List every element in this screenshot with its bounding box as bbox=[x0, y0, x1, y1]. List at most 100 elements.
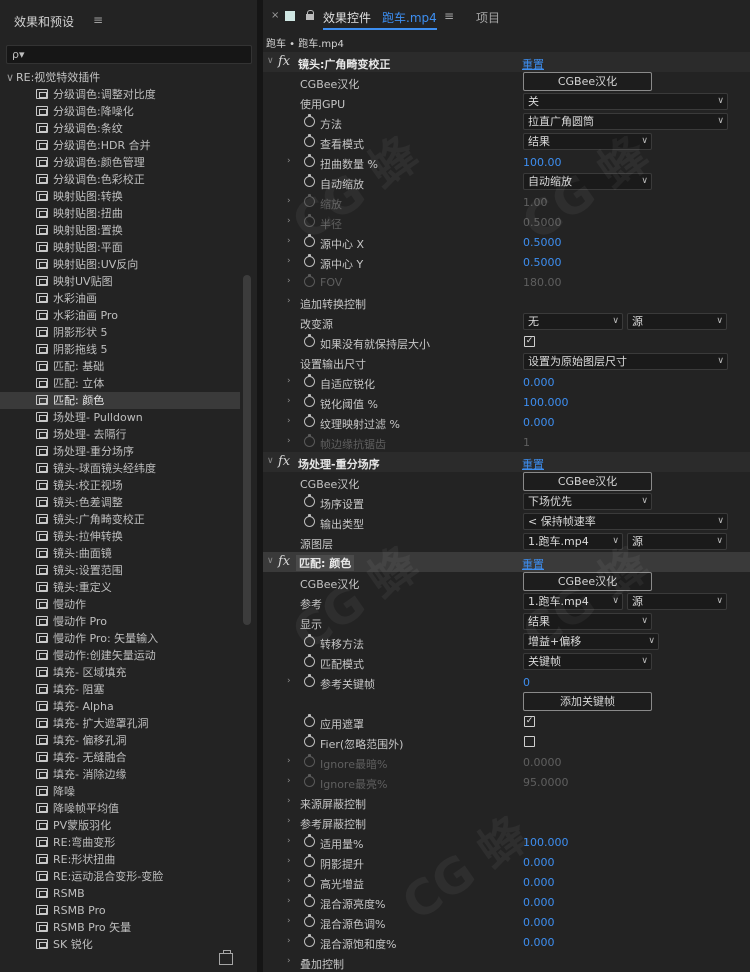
tab-menu-icon[interactable]: ≡ bbox=[444, 9, 454, 23]
chevron-right-icon[interactable]: › bbox=[287, 296, 291, 306]
effect-item[interactable]: RSMB Pro 矢量 bbox=[0, 919, 240, 936]
stopwatch-icon[interactable] bbox=[304, 154, 315, 167]
property-dropdown[interactable]: 1.跑车.mp4 ∨ bbox=[523, 533, 623, 550]
property-value[interactable]: 0.000 bbox=[523, 916, 555, 929]
effect-item[interactable]: 分级调色:条纹 bbox=[0, 120, 240, 137]
effect-item[interactable]: 镜头:设置范围 bbox=[0, 562, 240, 579]
stopwatch-icon[interactable] bbox=[304, 334, 315, 347]
effect-item[interactable]: 慢动作 Pro: 矢量输入 bbox=[0, 630, 240, 647]
effect-item[interactable]: 阴影形状 5 bbox=[0, 324, 240, 341]
property-dropdown[interactable]: 拉直广角圆筒 ∨ bbox=[523, 113, 728, 130]
stopwatch-icon[interactable] bbox=[304, 374, 315, 387]
effect-item[interactable]: 映射贴图:扭曲 bbox=[0, 205, 240, 222]
property-value[interactable]: 0.0000 bbox=[523, 756, 562, 769]
stopwatch-icon[interactable] bbox=[304, 434, 315, 447]
property-value[interactable]: 100.00 bbox=[523, 156, 562, 169]
property-value[interactable]: 0.000 bbox=[523, 936, 555, 949]
property-value[interactable]: 100.000 bbox=[523, 396, 569, 409]
chevron-right-icon[interactable]: › bbox=[287, 896, 291, 906]
close-tab-icon[interactable]: × bbox=[271, 10, 279, 21]
stopwatch-icon[interactable] bbox=[304, 194, 315, 207]
chevron-down-icon[interactable]: ∨ bbox=[267, 456, 274, 466]
tab-effect-controls[interactable]: 效果控件 bbox=[323, 9, 371, 26]
effect-item[interactable]: 镜头:重定义 bbox=[0, 579, 240, 596]
stopwatch-icon[interactable] bbox=[304, 734, 315, 747]
chevron-right-icon[interactable]: › bbox=[287, 436, 291, 446]
property-dropdown[interactable]: 源 ∨ bbox=[627, 593, 727, 610]
effect-item[interactable]: 填充- 阻塞 bbox=[0, 681, 240, 698]
chevron-right-icon[interactable]: › bbox=[287, 676, 291, 686]
effects-scrollbar-thumb[interactable] bbox=[243, 275, 251, 625]
stopwatch-icon[interactable] bbox=[304, 394, 315, 407]
property-value[interactable]: 0.5000 bbox=[523, 256, 562, 269]
stopwatch-icon[interactable] bbox=[304, 174, 315, 187]
stopwatch-icon[interactable] bbox=[304, 514, 315, 527]
property-value[interactable]: 0.000 bbox=[523, 416, 555, 429]
property-value[interactable]: 0.000 bbox=[523, 856, 555, 869]
effect-name[interactable]: 场处理-重分场序 bbox=[298, 456, 380, 472]
stopwatch-icon[interactable] bbox=[304, 274, 315, 287]
tab-project[interactable]: 项目 bbox=[476, 9, 500, 26]
effect-item[interactable]: 匹配: 颜色 bbox=[0, 392, 240, 409]
tab-clip-name[interactable]: 跑车.mp4 bbox=[382, 9, 437, 26]
panel-menu-icon[interactable]: ≡ bbox=[93, 13, 103, 27]
chevron-right-icon[interactable]: › bbox=[287, 756, 291, 766]
chevron-right-icon[interactable]: › bbox=[287, 936, 291, 946]
effects-group-revisionfx[interactable]: ∨ RE:视觉特效插件 bbox=[0, 69, 240, 86]
effect-item[interactable]: 镜头:校正视场 bbox=[0, 477, 240, 494]
property-value[interactable]: 0 bbox=[523, 676, 530, 689]
property-button[interactable]: 添加关键帧 bbox=[523, 692, 652, 711]
chevron-down-icon[interactable]: ∨ bbox=[267, 556, 274, 566]
effect-item[interactable]: 镜头:曲面镜 bbox=[0, 545, 240, 562]
chevron-right-icon[interactable]: › bbox=[287, 156, 291, 166]
fx-toggle-icon[interactable]: fx bbox=[278, 54, 290, 69]
effect-item[interactable]: 映射贴图:平面 bbox=[0, 239, 240, 256]
reset-link[interactable]: 重置 bbox=[522, 456, 544, 472]
effect-item[interactable]: 分级调色:降噪化 bbox=[0, 103, 240, 120]
effect-item[interactable]: 降噪 bbox=[0, 783, 240, 800]
effect-item[interactable]: 镜头:拉伸转换 bbox=[0, 528, 240, 545]
chevron-right-icon[interactable]: › bbox=[287, 416, 291, 426]
effect-item[interactable]: 场处理- 去隔行 bbox=[0, 426, 240, 443]
stopwatch-icon[interactable] bbox=[304, 114, 315, 127]
effect-item[interactable]: 映射贴图:转换 bbox=[0, 188, 240, 205]
property-dropdown[interactable]: 结果 ∨ bbox=[523, 613, 652, 630]
effect-item[interactable]: RSMB Pro bbox=[0, 902, 240, 919]
property-value[interactable]: 0.000 bbox=[523, 876, 555, 889]
effect-item[interactable]: 阴影拖线 5 bbox=[0, 341, 240, 358]
effect-item[interactable]: 填充- 扩大遮罩孔洞 bbox=[0, 715, 240, 732]
chevron-right-icon[interactable]: › bbox=[287, 396, 291, 406]
property-value[interactable]: 95.0000 bbox=[523, 776, 569, 789]
property-dropdown[interactable]: 下场优先 ∨ bbox=[523, 493, 652, 510]
chevron-right-icon[interactable]: › bbox=[287, 276, 291, 286]
chevron-right-icon[interactable]: › bbox=[287, 216, 291, 226]
stopwatch-icon[interactable] bbox=[304, 134, 315, 147]
effect-item[interactable]: 填充- 区域填充 bbox=[0, 664, 240, 681]
property-button[interactable]: CGBee汉化 bbox=[523, 72, 652, 91]
property-checkbox[interactable] bbox=[524, 736, 535, 747]
property-value[interactable]: 0.000 bbox=[523, 896, 555, 909]
effect-item[interactable]: 慢动作:创建矢量运动 bbox=[0, 647, 240, 664]
stopwatch-icon[interactable] bbox=[304, 854, 315, 867]
fx-toggle-icon[interactable]: fx bbox=[278, 554, 290, 569]
property-dropdown[interactable]: 增益+偏移 ∨ bbox=[523, 633, 659, 650]
effect-item[interactable]: 匹配: 立体 bbox=[0, 375, 240, 392]
effect-item[interactable]: 分级调色:颜色管理 bbox=[0, 154, 240, 171]
effect-item[interactable]: 分级调色:HDR 合并 bbox=[0, 137, 240, 154]
stopwatch-icon[interactable] bbox=[304, 934, 315, 947]
effect-item[interactable]: SK 锐化 bbox=[0, 936, 240, 953]
property-value[interactable]: 0.5000 bbox=[523, 216, 562, 229]
chevron-right-icon[interactable]: › bbox=[287, 376, 291, 386]
property-dropdown[interactable]: 源 ∨ bbox=[627, 313, 727, 330]
stopwatch-icon[interactable] bbox=[304, 634, 315, 647]
effect-item[interactable]: 场处理-重分场序 bbox=[0, 443, 240, 460]
property-dropdown[interactable]: 关键帧 ∨ bbox=[523, 653, 652, 670]
chevron-right-icon[interactable]: › bbox=[287, 916, 291, 926]
stopwatch-icon[interactable] bbox=[304, 914, 315, 927]
property-checkbox[interactable]: ✓ bbox=[524, 336, 535, 347]
effect-item[interactable]: 水彩油画 bbox=[0, 290, 240, 307]
effect-item[interactable]: 填充- 消除边缘 bbox=[0, 766, 240, 783]
property-dropdown[interactable]: < 保持帧速率 ∨ bbox=[523, 513, 728, 530]
chevron-right-icon[interactable]: › bbox=[287, 776, 291, 786]
effect-item[interactable]: RE:运动混合变形-变脸 bbox=[0, 868, 240, 885]
